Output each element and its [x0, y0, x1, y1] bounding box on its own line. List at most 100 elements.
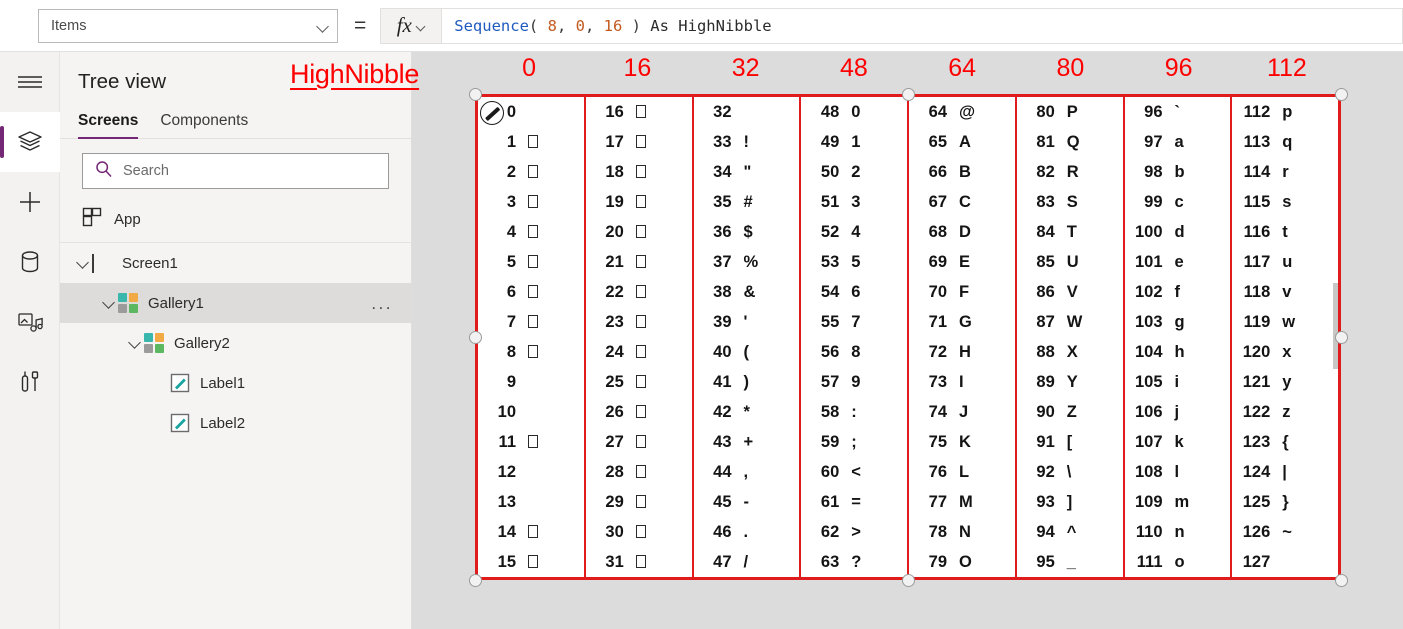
gallery-item-112[interactable]: 112 p [1232, 97, 1338, 127]
gallery-item-70[interactable]: 70 F [909, 277, 1015, 307]
gallery-item-108[interactable]: 108 l [1125, 457, 1231, 487]
property-selector[interactable]: Items [38, 8, 338, 43]
gallery-item-114[interactable]: 114 r [1232, 157, 1338, 187]
tab-screens[interactable]: Screens [78, 112, 139, 139]
gallery-item-32[interactable]: 32 [694, 97, 800, 127]
gallery-item-58[interactable]: 58: [801, 397, 907, 427]
gallery-item-39[interactable]: 39 ' [694, 307, 800, 337]
gallery-item-122[interactable]: 122 z [1232, 397, 1338, 427]
gallery-item-30[interactable]: 30 [586, 517, 692, 547]
chevron-down-icon[interactable] [100, 294, 118, 312]
gallery-item-97[interactable]: 97 a [1125, 127, 1231, 157]
gallery-item-3[interactable]: 3 [478, 187, 584, 217]
gallery-item-102[interactable]: 102 f [1125, 277, 1231, 307]
gallery-item-24[interactable]: 24 [586, 337, 692, 367]
tree-node-gallery1[interactable]: Gallery1... [60, 283, 411, 323]
gallery-item-125[interactable]: 125} [1232, 487, 1338, 517]
gallery-item-67[interactable]: 67 C [909, 187, 1015, 217]
gallery-item-54[interactable]: 54 6 [801, 277, 907, 307]
gallery-item-76[interactable]: 76 L [909, 457, 1015, 487]
gallery-item-41[interactable]: 41) [694, 367, 800, 397]
gallery-item-111[interactable]: 111 o [1125, 547, 1231, 577]
formula-input[interactable]: Sequence( 8, 0, 16 ) As HighNibble [442, 7, 1403, 44]
gallery-item-96[interactable]: 96 ` [1125, 97, 1231, 127]
search-input[interactable]: Search [82, 153, 389, 189]
gallery-item-71[interactable]: 71 G [909, 307, 1015, 337]
gallery-item-104[interactable]: 104 h [1125, 337, 1231, 367]
gallery-item-53[interactable]: 53 5 [801, 247, 907, 277]
gallery-item-5[interactable]: 5 [478, 247, 584, 277]
resize-handle-n[interactable] [901, 87, 915, 101]
gallery-select-handle-icon[interactable] [480, 101, 504, 125]
gallery-item-101[interactable]: 101 e [1125, 247, 1231, 277]
gallery-item-13[interactable]: 13 [478, 487, 584, 517]
gallery-item-49[interactable]: 49 1 [801, 127, 907, 157]
gallery-item-77[interactable]: 77 M [909, 487, 1015, 517]
gallery-item-89[interactable]: 89 Y [1017, 367, 1123, 397]
data-icon[interactable] [0, 232, 60, 292]
gallery-item-4[interactable]: 4 [478, 217, 584, 247]
gallery-item-37[interactable]: 37% [694, 247, 800, 277]
gallery-item-63[interactable]: 63? [801, 547, 907, 577]
gallery-item-75[interactable]: 75 K [909, 427, 1015, 457]
gallery-item-88[interactable]: 88 X [1017, 337, 1123, 367]
resize-handle-ne[interactable] [1334, 87, 1348, 101]
gallery-item-85[interactable]: 85 U [1017, 247, 1123, 277]
gallery-item-80[interactable]: 80 P [1017, 97, 1123, 127]
gallery-item-52[interactable]: 52 4 [801, 217, 907, 247]
gallery-item-95[interactable]: 95 _ [1017, 547, 1123, 577]
gallery-item-124[interactable]: 124 | [1232, 457, 1338, 487]
gallery-item-22[interactable]: 22 [586, 277, 692, 307]
gallery-item-35[interactable]: 35 # [694, 187, 800, 217]
gallery-item-98[interactable]: 98 b [1125, 157, 1231, 187]
gallery-item-46[interactable]: 46. [694, 517, 800, 547]
gallery-item-100[interactable]: 100 d [1125, 217, 1231, 247]
tree-node-label1[interactable]: Label1 [60, 363, 411, 403]
tree-node-gallery2[interactable]: Gallery2 [60, 323, 411, 363]
gallery-item-119[interactable]: 119 w [1232, 307, 1338, 337]
gallery-item-6[interactable]: 6 [478, 277, 584, 307]
gallery-item-57[interactable]: 57 9 [801, 367, 907, 397]
gallery-item-66[interactable]: 66 B [909, 157, 1015, 187]
gallery-item-92[interactable]: 92 \ [1017, 457, 1123, 487]
gallery-item-73[interactable]: 73 I [909, 367, 1015, 397]
gallery-item-26[interactable]: 26 [586, 397, 692, 427]
gallery-item-33[interactable]: 33! [694, 127, 800, 157]
node-context-menu-button[interactable]: ... [371, 295, 393, 312]
gallery-item-99[interactable]: 99 c [1125, 187, 1231, 217]
gallery-item-113[interactable]: 113 q [1232, 127, 1338, 157]
tree-node-app[interactable]: App [60, 201, 411, 243]
gallery-item-23[interactable]: 23 [586, 307, 692, 337]
gallery-item-121[interactable]: 121 y [1232, 367, 1338, 397]
gallery-item-117[interactable]: 117 u [1232, 247, 1338, 277]
gallery-item-8[interactable]: 8 [478, 337, 584, 367]
gallery-item-91[interactable]: 91 [ [1017, 427, 1123, 457]
gallery-item-9[interactable]: 9 [478, 367, 584, 397]
gallery-item-87[interactable]: 87 W [1017, 307, 1123, 337]
gallery-item-90[interactable]: 90 Z [1017, 397, 1123, 427]
gallery-item-62[interactable]: 62 > [801, 517, 907, 547]
gallery-item-38[interactable]: 38 & [694, 277, 800, 307]
gallery-item-42[interactable]: 42 * [694, 397, 800, 427]
gallery-item-7[interactable]: 7 [478, 307, 584, 337]
chevron-down-icon[interactable] [74, 254, 92, 272]
tree-node-screen1[interactable]: Screen1 [60, 243, 411, 283]
tree-node-label2[interactable]: Label2 [60, 403, 411, 443]
gallery-item-28[interactable]: 28 [586, 457, 692, 487]
gallery-item-21[interactable]: 21 [586, 247, 692, 277]
gallery-item-79[interactable]: 79 O [909, 547, 1015, 577]
gallery-item-29[interactable]: 29 [586, 487, 692, 517]
gallery-item-61[interactable]: 61 = [801, 487, 907, 517]
gallery-item-18[interactable]: 18 [586, 157, 692, 187]
gallery-item-107[interactable]: 107 k [1125, 427, 1231, 457]
gallery-item-56[interactable]: 56 8 [801, 337, 907, 367]
gallery-item-72[interactable]: 72 H [909, 337, 1015, 367]
gallery-item-12[interactable]: 12 [478, 457, 584, 487]
gallery-item-1[interactable]: 1 [478, 127, 584, 157]
gallery-item-59[interactable]: 59; [801, 427, 907, 457]
resize-handle-nw[interactable] [468, 87, 482, 101]
gallery-item-15[interactable]: 15 [478, 547, 584, 577]
gallery-item-93[interactable]: 93] [1017, 487, 1123, 517]
gallery-item-68[interactable]: 68 D [909, 217, 1015, 247]
gallery-item-2[interactable]: 2 [478, 157, 584, 187]
